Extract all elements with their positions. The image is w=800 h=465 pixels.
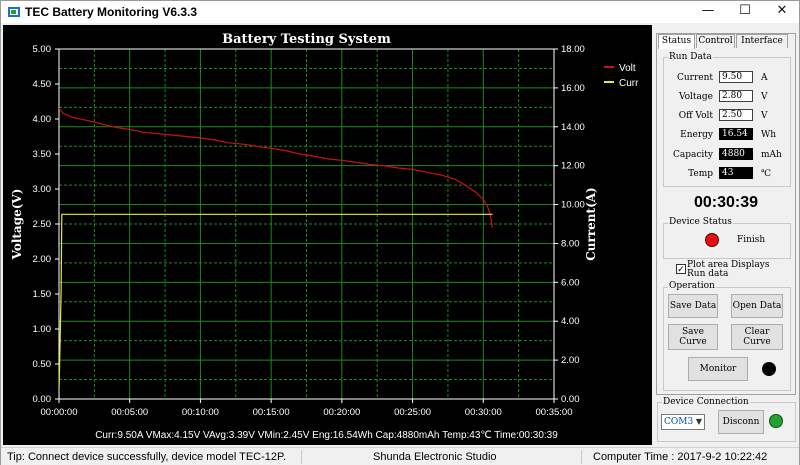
status-studio: Shunda Electronic Studio [373,451,497,463]
y2-tick-label: 8.00 [561,238,580,249]
clear-curve-button[interactable]: Clear Curve [731,324,783,350]
y-tick-label: 3.00 [33,184,52,195]
run-data-unit-4: mAh [761,150,782,160]
x-tick-label: 00:10:00 [182,407,219,418]
battery-chart: Battery Testing System 0.00 0.50 1.00 1.50 2.… [10,32,639,441]
device-connection-label: Device Connection [662,397,750,407]
x-tick-label: 00:35:00 [536,407,573,418]
legend-label-volt: Volt [619,63,636,74]
y2-tick-label: 0.00 [561,394,580,405]
monitor-button[interactable]: Monitor [688,357,748,381]
y2-tick-label: 4.00 [561,316,580,327]
y2-tick-label: 10.00 [561,200,585,211]
status-separator [581,450,582,464]
plot-display-label-2: Run data [687,269,729,279]
run-data-value-1: 2.80 [719,90,753,102]
run-data-value-5: 43 [719,167,753,179]
open-data-button[interactable]: Open Data [731,294,783,318]
device-status-label: Device Status [668,217,733,227]
y-tick-label: 2.50 [33,219,52,230]
maximize-button[interactable]: ☐ [728,1,762,21]
tab-control[interactable]: Control [696,34,735,48]
run-data-value-3: 16.54 [719,128,753,140]
status-separator [301,450,302,464]
run-data-unit-2: V [761,111,768,121]
save-curve-button[interactable]: Save Curve [668,324,718,350]
y-tick-label: 0.50 [33,359,52,370]
x-tick-label: 00:20:00 [323,407,360,418]
device-status-group [663,223,791,259]
disconnect-button[interactable]: Disconn [718,410,764,434]
run-data-value-0: 9.50 [719,71,753,83]
y-tick-label: 1.00 [33,324,52,335]
connection-indicator-light [769,414,783,428]
status-tip: Tip: Connect device successfully, device… [7,451,287,463]
run-data-unit-5: ℃ [761,169,772,179]
plot-display-checkbox[interactable]: ✓ [676,264,686,274]
device-status-text: Finish [737,235,766,245]
y-tick-label: 4.50 [33,79,52,90]
minimize-button[interactable]: — [691,1,725,21]
y-tick-label: 5.00 [33,44,52,55]
window-title: TEC Battery Monitoring V6.3.3 [25,5,198,19]
status-computer-time: Computer Time : 2017-9-2 10:22:42 [593,451,768,463]
y-tick-label: 3.50 [33,149,52,160]
y2-axis-label: Current(A) [584,187,598,261]
legend-label-curr: Curr [619,78,639,89]
app-window: TEC Battery Monitoring V6.3.3 — ☐ ✕ Batt… [0,0,800,465]
close-button[interactable]: ✕ [765,1,799,21]
run-data-label: Run Data [668,52,713,62]
tab-status[interactable]: Status [658,34,695,49]
x-tick-label: 00:30:00 [465,407,502,418]
run-data-label-2: Off Volt [678,111,713,121]
save-curve-label-1: Save [682,327,704,337]
y2-tick-label: 6.00 [561,277,580,288]
y-tick-label: 2.00 [33,254,52,265]
tab-interface[interactable]: Interface [736,34,788,48]
title-bar[interactable]: TEC Battery Monitoring V6.3.3 — ☐ ✕ [1,1,799,23]
run-data-unit-3: Wh [761,130,777,140]
battery-app-icon [8,7,20,17]
y-tick-label: 1.50 [33,289,52,300]
y-tick-label: 4.00 [33,114,52,125]
run-data-label-1: Voltage [678,92,713,102]
y2-tick-label: 2.00 [561,355,580,366]
com-port-select[interactable]: COM3 ▼ [661,414,705,430]
y-tick-label: 0.00 [33,394,52,405]
x-tick-label: 00:25:00 [394,407,431,418]
clear-curve-label-2: Curve [743,337,771,347]
save-curve-label-2: Curve [679,337,707,347]
chevron-down-icon: ▼ [695,417,702,426]
y2-tick-label: 14.00 [561,122,585,133]
run-data-unit-1: V [761,92,768,102]
run-data-label-0: Current [676,73,713,83]
chart-title: Battery Testing System [222,32,391,47]
status-bar: Tip: Connect device successfully, device… [1,447,799,465]
y2-tick-label: 12.00 [561,161,585,172]
run-data-label-4: Capacity [673,150,713,160]
run-data-value-2: 2.50 [719,109,753,121]
y2-tick-label: 16.00 [561,83,585,94]
status-indicator-light [705,233,719,247]
run-data-unit-0: A [761,73,768,83]
clear-curve-label-1: Clear [744,327,770,337]
run-data-value-4: 4880 [719,148,753,160]
plot-area[interactable]: Battery Testing System 0.00 0.50 1.00 1.50 2.… [3,25,652,445]
y-axis-label: Voltage(V) [10,189,24,261]
monitor-indicator-light [762,362,776,376]
x-tick-label: 00:00:00 [41,407,78,418]
elapsed-timer: 00:30:39 [693,194,759,211]
com-port-value: COM3 [664,417,694,427]
run-data-label-5: Temp [688,169,713,179]
save-data-button[interactable]: Save Data [668,294,718,318]
x-tick-label: 00:05:00 [111,407,148,418]
chart-summary: Curr:9.50A VMax:4.15V VAvg:3.39V VMin:2.… [95,430,558,441]
x-tick-label: 00:15:00 [253,407,290,418]
run-data-label-3: Energy [680,130,713,140]
operation-label: Operation [668,281,716,291]
y2-tick-label: 18.00 [561,44,585,55]
